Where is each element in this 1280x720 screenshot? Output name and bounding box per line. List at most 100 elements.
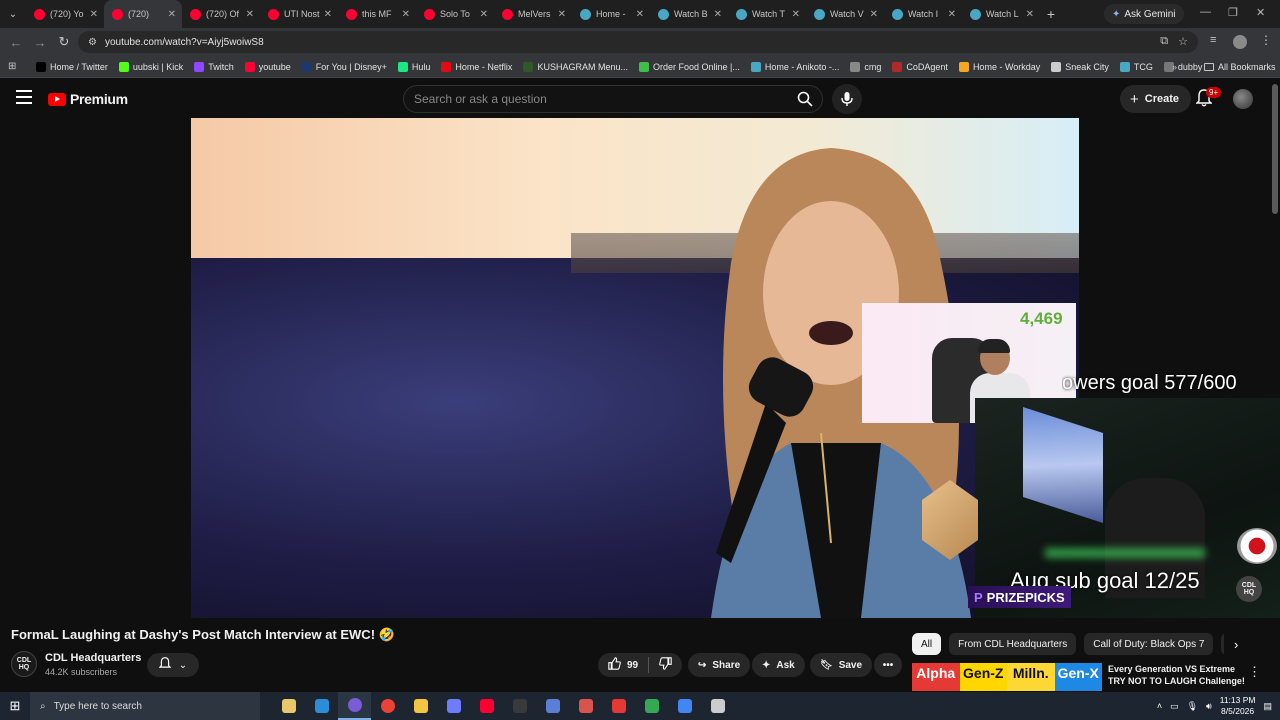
url-bar[interactable]: ⚙ youtube.com/watch?v=Aiyj5woiwS8 ⧉ ☆ [78, 31, 1198, 53]
bookmark-item[interactable]: CoDAgent [892, 61, 948, 72]
volume-icon[interactable]: 🔊︎ [1206, 701, 1212, 712]
bookmark-item[interactable]: Home - Workday [958, 61, 1040, 72]
notification-center-icon[interactable]: ▤ [1263, 701, 1272, 712]
tray-chevron-up-icon[interactable]: ˄ [1157, 701, 1162, 711]
browser-tab[interactable]: Watch T ✕ [728, 0, 806, 28]
ask-button[interactable]: ✦ Ask [752, 653, 805, 677]
bookmark-item[interactable]: dubby [1163, 61, 1202, 72]
taskbar-app-icon[interactable] [371, 692, 404, 720]
taskbar-app-icon[interactable] [272, 692, 305, 720]
taskbar-app-icon[interactable] [503, 692, 536, 720]
browser-menu-icon[interactable]: ⋮ [1260, 33, 1272, 47]
close-tab-icon[interactable]: ✕ [558, 9, 566, 20]
taskbar-app-icon[interactable] [536, 692, 569, 720]
taskbar-app-icon[interactable] [470, 692, 503, 720]
close-tab-icon[interactable]: ✕ [948, 9, 956, 20]
channel-avatar[interactable]: CDL HQ [11, 651, 37, 677]
taskbar-app-icon[interactable] [668, 692, 701, 720]
all-bookmarks-button[interactable]: All Bookmarks [1204, 62, 1276, 72]
search-icon[interactable] [790, 85, 820, 113]
bookmark-item[interactable]: Sneak City [1051, 61, 1109, 72]
like-button[interactable]: 99 [608, 657, 638, 673]
ask-gemini-button[interactable]: ✦ Ask Gemini [1104, 4, 1184, 24]
close-tab-icon[interactable]: ✕ [168, 9, 176, 20]
chevron-right-icon[interactable]: › [1234, 637, 1238, 652]
browser-tab[interactable]: (720) Of ✕ [182, 0, 260, 28]
maximize-button[interactable]: ❐ [1228, 6, 1238, 19]
bookmark-item[interactable]: For You | Disney+ [301, 61, 387, 72]
browser-tab[interactable]: Watch B ✕ [650, 0, 728, 28]
taskbar-app-icon[interactable] [305, 692, 338, 720]
search-input[interactable]: Search or ask a question [403, 85, 823, 113]
taskbar-app-icon[interactable] [701, 692, 734, 720]
network-icon[interactable]: ▭ [1170, 701, 1179, 712]
close-tab-icon[interactable]: ✕ [792, 9, 800, 20]
taskbar-app-icon[interactable] [569, 692, 602, 720]
taskbar-search-input[interactable]: ⌕ Type here to search [30, 692, 260, 720]
close-tab-icon[interactable]: ✕ [90, 9, 98, 20]
bookmark-item[interactable]: Home - Netflix [441, 61, 512, 72]
close-tab-icon[interactable]: ✕ [246, 9, 254, 20]
reading-list-icon[interactable]: ≡ [1210, 34, 1216, 46]
close-window-button[interactable]: ✕ [1256, 6, 1265, 19]
more-actions-button[interactable]: ••• [874, 653, 902, 677]
browser-tab[interactable]: Watch I ✕ [884, 0, 962, 28]
filter-chip[interactable]: Call of Duty: Black Ops 7 [1084, 633, 1214, 655]
apps-grid-icon[interactable]: ⊞ [8, 61, 22, 72]
channel-name[interactable]: CDL Headquarters [45, 652, 141, 664]
bookmark-item[interactable]: youtube [244, 61, 291, 72]
profile-avatar[interactable] [1233, 35, 1247, 49]
taskbar-app-icon[interactable] [338, 692, 371, 720]
close-tab-icon[interactable]: ✕ [714, 9, 722, 20]
minimize-button[interactable]: — [1200, 6, 1211, 18]
bookmark-star-icon[interactable]: ☆ [1178, 35, 1188, 48]
bookmark-item[interactable]: Home / Twitter [36, 61, 108, 72]
bookmark-item[interactable]: cmg [850, 61, 881, 72]
bookmark-item[interactable]: Hulu [397, 61, 430, 72]
close-tab-icon[interactable]: ✕ [324, 9, 332, 20]
new-tab-button[interactable]: + [1040, 6, 1062, 22]
recommended-title[interactable]: Every Generation VS Extreme TRY NOT TO L… [1108, 663, 1248, 687]
windows-start-icon[interactable]: ⊞ [0, 698, 30, 714]
bookmark-item[interactable]: Twitch [194, 61, 234, 72]
taskbar-app-icon[interactable] [635, 692, 668, 720]
create-button[interactable]: + Create [1120, 85, 1192, 113]
back-icon[interactable]: ← [4, 35, 28, 50]
reload-icon[interactable]: ↻ [52, 34, 76, 50]
filter-chip[interactable]: From CDL Headquarters [949, 633, 1077, 655]
recommended-thumbnail[interactable]: Alpha Gen-Z Milln. Gen-X [912, 663, 1102, 691]
page-scrollbar[interactable] [1272, 84, 1278, 214]
close-tab-icon[interactable]: ✕ [636, 9, 644, 20]
site-info-icon[interactable]: ⚙ [88, 37, 97, 48]
browser-tab[interactable]: (720) Yo ✕ [26, 0, 104, 28]
bookmark-item[interactable]: uubski | Kick [118, 61, 183, 72]
browser-tab[interactable]: UTI Nost ✕ [260, 0, 338, 28]
taskbar-app-icon[interactable] [404, 692, 437, 720]
bookmark-item[interactable]: Order Food Online |... [638, 61, 740, 72]
subscribed-button[interactable]: ⌄ [147, 653, 199, 677]
install-icon[interactable]: ⧉ [1160, 35, 1168, 48]
browser-tab[interactable]: (720) ✕ [104, 0, 182, 28]
save-button[interactable]: 🔖︎ Save [810, 653, 873, 677]
recommended-menu-icon[interactable]: ⋮ [1248, 664, 1261, 680]
taskbar-clock[interactable]: 11:13 PM 8/5/2026 [1220, 695, 1256, 717]
tab-search-icon[interactable]: ⌄ [0, 0, 26, 28]
microphone-tray-icon[interactable]: 🎙︎ [1187, 701, 1198, 712]
thumbs-down-icon[interactable] [659, 657, 672, 673]
browser-tab[interactable]: Watch L ✕ [962, 0, 1040, 28]
filter-chip[interactable]: Come [1221, 633, 1224, 655]
browser-tab[interactable]: Watch V ✕ [806, 0, 884, 28]
filter-chip[interactable]: All [912, 633, 942, 655]
bookmark-item[interactable]: KUSHAGRAM Menu... [523, 61, 628, 72]
account-avatar[interactable] [1233, 89, 1253, 109]
taskbar-app-icon[interactable] [437, 692, 470, 720]
browser-tab[interactable]: Home - ✕ [572, 0, 650, 28]
taskbar-app-icon[interactable] [602, 692, 635, 720]
bookmark-item[interactable]: Home - Anikoto -... [750, 61, 839, 72]
browser-tab[interactable]: Solo To ✕ [416, 0, 494, 28]
bookmarks-overflow-icon[interactable]: » [1172, 62, 1177, 72]
bookmark-item[interactable]: TCG [1119, 61, 1153, 72]
close-tab-icon[interactable]: ✕ [402, 9, 410, 20]
youtube-premium-logo[interactable]: Premium [48, 91, 128, 107]
menu-icon[interactable] [16, 90, 32, 108]
